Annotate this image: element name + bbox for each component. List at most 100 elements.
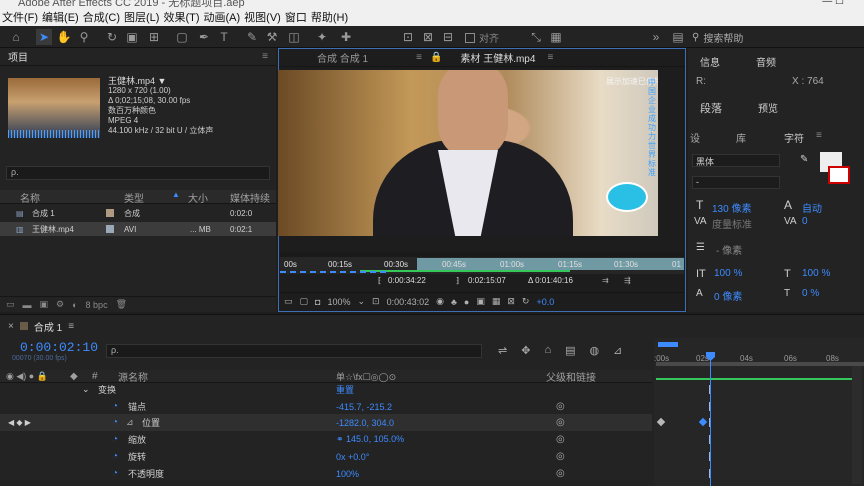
stopwatch-icon[interactable]: ◔ — [112, 468, 118, 479]
footage-time-ruler[interactable]: 00s 00:15s 00:30s 00:45s 01:00s 01:15s 0… — [280, 252, 684, 274]
stopwatch-icon[interactable]: ◔ — [112, 417, 118, 428]
vr-glasses-icon[interactable]: ◘ — [315, 297, 320, 307]
snap-toggle[interactable]: 对齐 — [465, 30, 499, 45]
stopwatch-icon[interactable]: ◔ — [112, 434, 118, 445]
leading-value[interactable]: 自动 — [802, 200, 822, 215]
shape-tool-icon[interactable]: ▢ — [174, 29, 190, 45]
exposure-value[interactable]: +0.0 — [536, 297, 554, 307]
menu-effect[interactable]: 效果(T) — [163, 9, 199, 25]
footage-video-frame[interactable]: 展示加速已停用 中国企业成功力世界标准 — [278, 70, 658, 236]
ripple-insert-icon[interactable]: ⇉ — [602, 276, 609, 285]
snap-checkbox[interactable] — [465, 32, 475, 43]
project-search-input[interactable]: ρ. — [6, 166, 270, 180]
timeline-graph-area[interactable]: :00s 02s 04s 06s 08s — [654, 338, 864, 486]
snap-edge-icon[interactable]: ▦ — [548, 29, 564, 45]
footage-name[interactable]: 王健林.mp4 ▼ — [108, 76, 213, 86]
tab-character[interactable]: 字符 — [784, 130, 804, 145]
safe-margins-icon[interactable]: ⊡ — [372, 296, 380, 307]
new-comp-icon[interactable]: ▣ — [40, 299, 49, 310]
playhead-line[interactable] — [710, 352, 711, 486]
in-point-icon[interactable]: ⁅ — [378, 276, 381, 285]
tab-preview[interactable]: 预览 — [758, 100, 778, 115]
more-workspaces-icon[interactable]: » — [648, 29, 664, 45]
menu-file[interactable]: 文件(F) — [2, 9, 38, 25]
zoom-slider[interactable] — [658, 342, 678, 347]
tab-audio[interactable]: 音频 — [756, 54, 776, 69]
zoom-tool-icon[interactable]: ⚲ — [76, 29, 92, 45]
panel-menu-icon[interactable]: ≡ — [816, 130, 822, 141]
property-value[interactable]: -415.7, -215.2 — [336, 402, 392, 412]
chevron-down-icon[interactable]: ⌄ — [82, 384, 90, 395]
search-help-field[interactable]: ⚲ 搜索帮助 — [692, 29, 862, 45]
motion-blur-icon[interactable]: ◍ — [590, 344, 600, 357]
panel-menu-icon[interactable]: ≡ — [262, 51, 268, 62]
comp-flowchart-icon[interactable]: ⇌ — [498, 344, 507, 357]
pick-whip-icon[interactable]: ◎ — [556, 434, 565, 445]
property-value[interactable]: 0x +0.0° — [336, 452, 369, 462]
zoom-select[interactable]: 100% — [327, 297, 350, 307]
property-value[interactable]: -1282.0, 304.0 — [336, 418, 394, 428]
snap-option-icon[interactable]: ⤡ — [528, 29, 544, 45]
close-icon[interactable]: × — [8, 321, 14, 332]
property-row-scale[interactable]: ◔ 缩放 ⚭ 145.0, 105.0% ◎ — [0, 431, 652, 448]
roto-brush-tool-icon[interactable]: ✦ — [314, 29, 330, 45]
menu-layer[interactable]: 图层(L) — [124, 9, 159, 25]
region-icon[interactable]: ▣ — [476, 296, 485, 307]
tab-effects-presets[interactable]: 设 — [690, 130, 700, 145]
menu-composition[interactable]: 合成(C) — [83, 9, 120, 25]
tab-comp-1[interactable]: 合成 1 — [34, 319, 62, 334]
workspace-icon[interactable]: ▤ — [670, 29, 686, 45]
sort-up-icon[interactable]: ▲ — [172, 190, 180, 199]
chevron-down-icon[interactable]: ⌄ — [358, 296, 366, 307]
always-preview-icon[interactable]: ▭ — [284, 296, 293, 307]
font-size-value[interactable]: 130 像素 — [712, 200, 751, 215]
kerning-value[interactable]: 度量标准 — [712, 216, 752, 231]
current-time-display[interactable]: 0:00:43:02 — [387, 297, 430, 307]
pan-behind-tool-icon[interactable]: ⊞ — [146, 29, 162, 45]
stroke-color-swatch[interactable] — [828, 166, 850, 184]
project-item-comp[interactable]: ▤ 合成 1 合成 0:02:0 — [0, 206, 276, 220]
menu-window[interactable]: 窗口 — [285, 9, 307, 25]
transparency-grid-icon[interactable]: ▦ — [492, 296, 501, 307]
panel-menu-icon[interactable]: ≡ — [416, 52, 422, 63]
axis-world-icon[interactable]: ⊠ — [420, 29, 436, 45]
tab-footage[interactable]: 素材 王健林.mp4 — [452, 50, 543, 65]
stopwatch-icon[interactable]: ◔ — [112, 401, 118, 412]
pick-whip-icon[interactable]: ◎ — [556, 401, 565, 412]
type-tool-icon[interactable]: T — [216, 29, 232, 45]
shy-layers-icon[interactable]: ⌂ — [544, 344, 551, 357]
tsume-value[interactable]: 0 % — [802, 288, 819, 299]
axis-local-icon[interactable]: ⊡ — [400, 29, 416, 45]
label-color-swatch[interactable] — [106, 225, 114, 233]
show-snapshot-icon[interactable]: ♣ — [451, 297, 457, 307]
interpret-footage-icon[interactable]: ▭ — [6, 299, 15, 310]
property-row-position[interactable]: ◀ ◆ ▶ ◔ ⊿ 位置 -1282.0, 304.0 ◎ — [0, 414, 652, 431]
stroke-width-value[interactable]: - 像素 — [716, 242, 742, 257]
work-area-bar[interactable] — [656, 362, 864, 366]
column-size[interactable]: 大小 — [188, 190, 208, 205]
overlay-edit-icon[interactable]: ⇶ — [624, 276, 631, 285]
home-icon[interactable]: ⌂ — [8, 29, 24, 45]
project-item-footage[interactable]: ▥ 王健林.mp4 AVI ... MB 0:02:1 — [0, 222, 276, 236]
puppet-tool-icon[interactable]: ✚ — [338, 29, 354, 45]
property-row-rotation[interactable]: ◔ 旋转 0x +0.0° ◎ — [0, 448, 652, 465]
brush-tool-icon[interactable]: ✎ — [244, 29, 260, 45]
tab-composition[interactable]: 合成 合成 1 — [309, 50, 376, 65]
eyedropper-icon[interactable]: ✎ — [800, 154, 808, 165]
property-row-transform[interactable]: ⌄ 变换 重置 — [0, 381, 652, 398]
baseline-shift-value[interactable]: 0 像素 — [714, 288, 742, 303]
property-value[interactable]: ⚭ 145.0, 105.0% — [336, 434, 404, 445]
column-duration[interactable]: 媒体持续 — [230, 190, 270, 205]
settings-icon[interactable]: ⚙ — [56, 299, 64, 310]
out-point-icon[interactable]: ⁆ — [456, 276, 459, 285]
graph-icon[interactable]: ⊿ — [126, 417, 134, 428]
clone-stamp-tool-icon[interactable]: ⚒ — [264, 29, 280, 45]
menu-help[interactable]: 帮助(H) — [311, 9, 348, 25]
pick-whip-icon[interactable]: ◎ — [556, 451, 565, 462]
vertical-scrollbar[interactable] — [852, 366, 862, 484]
out-point-time[interactable]: 0:02:15:07 — [468, 276, 506, 285]
font-family-select[interactable]: 黑体 — [692, 154, 780, 167]
tab-libraries[interactable]: 库 — [736, 130, 746, 145]
reset-exposure-icon[interactable]: ↻ — [522, 296, 530, 307]
color-depth-label[interactable]: 8 bpc — [86, 300, 108, 310]
